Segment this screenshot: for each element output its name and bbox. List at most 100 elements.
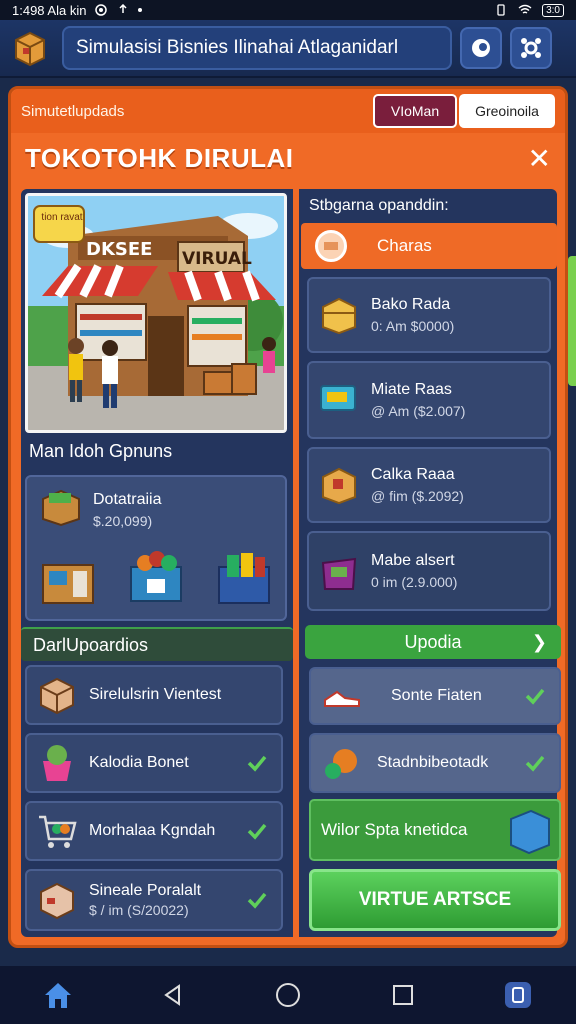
left-item-1[interactable]: Sirelulsrin Vientest [25, 665, 283, 725]
left-item-2-label: Kalodia Bonet [89, 754, 189, 771]
check-icon [247, 823, 267, 840]
package-icon [40, 882, 74, 920]
virtual-action-button[interactable]: VIRTUE ARTSCE [309, 869, 561, 931]
recents-button[interactable] [383, 975, 423, 1015]
camera-icon [95, 4, 108, 16]
right-option-3[interactable]: Calka Raaa @ fim ($.2092) [307, 447, 551, 523]
left-item-3[interactable]: Morhalaa Kgndah [25, 801, 283, 861]
left-item-1-label: Sirelulsrin Vientest [89, 686, 222, 703]
chevron-right-icon: ❯ [531, 631, 547, 652]
right-item-2-label: Stadnbibeotadk [377, 754, 489, 771]
right-heading: Stbgarna opanddin: [309, 197, 449, 214]
panel-top-bar: Simutetlupdads VIoMan Greoinoila [11, 89, 565, 133]
app-title: Simulasisi Bisnies Ilinahai Atlaganidarl [76, 37, 399, 58]
right-option-4-text: Mabe alsert 0 im (2.9.000) [371, 552, 457, 590]
right-option-4[interactable]: Mabe alsert 0 im (2.9.000) [307, 531, 551, 611]
promo-banner[interactable]: Wilor Spta knetidca [309, 799, 561, 861]
home-button[interactable] [38, 975, 78, 1015]
shopping-cart-icon [39, 815, 77, 848]
hero-badge: tion ravat [41, 212, 83, 223]
system-nav-bar [0, 966, 576, 1024]
left-item-2[interactable]: Kalodia Bonet [25, 733, 283, 793]
right-option-1-label: Bako Rada [371, 296, 451, 313]
app-header: Simulasisi Bisnies Ilinahai Atlaganidarl [0, 20, 576, 78]
right-option-1[interactable]: Bako Rada 0: Am $0000) [307, 277, 551, 353]
right-item-1-label: Sonte Fiaten [391, 687, 482, 704]
notification-icon [119, 4, 127, 13]
app-title-bar[interactable]: Simulasisi Bisnies Ilinahai Atlaganidarl [62, 26, 452, 70]
back-button[interactable] [153, 975, 193, 1015]
right-option-2[interactable]: Miate Raas @ Am ($2.007) [307, 361, 551, 439]
left-item-4-sub: $ / im (S/20022) [89, 902, 189, 918]
right-item-1[interactable]: Sonte Fiaten [309, 667, 561, 725]
right-option-4-sub: 0 im (2.9.000) [371, 574, 458, 590]
cube-icon [510, 809, 550, 855]
circle-icon [275, 983, 300, 1007]
crate-icon [322, 297, 356, 335]
crate-icon [42, 489, 80, 527]
check-icon [525, 755, 545, 772]
square-icon [393, 985, 414, 1005]
left-heading: Man Idoh Gpnuns [29, 441, 173, 461]
svg-text:VIRUAL: VIRUAL [182, 249, 252, 269]
register-icon [42, 564, 94, 604]
battery-text: 3:0 [546, 4, 560, 16]
shopping-bag-icon [321, 557, 357, 590]
check-icon [247, 892, 267, 909]
status-time: 1:498 Ala kin [12, 2, 87, 18]
left-item-4[interactable]: Sineale Poralalt $ / im (S/20022) [25, 869, 283, 931]
left-column: DKSEE VIRUAL tion ravat Man Idoh Gpnuns … [21, 189, 293, 937]
left-item-3-label: Morhalaa Kgndah [89, 822, 216, 839]
basket-icon [130, 551, 182, 602]
sports-balls-icon [325, 749, 357, 779]
shelf-icon [218, 553, 270, 604]
right-option-3-text: Calka Raaa @ fim ($.2092) [371, 466, 464, 504]
right-option-2-sub: @ Am ($2.007) [371, 403, 466, 419]
tab-active[interactable]: VIoMan [373, 94, 457, 128]
goods-title: Dotatraiia [93, 491, 162, 508]
promo-label: Wilor Spta knetidca [321, 820, 468, 839]
right-option-2-text: Miate Raas @ Am ($2.007) [371, 381, 465, 419]
check-icon [525, 688, 545, 705]
check-icon [247, 755, 267, 772]
side-drawer-handle[interactable] [568, 256, 576, 386]
close-icon[interactable]: ✕ [528, 142, 551, 175]
right-option-3-sub: @ fim ($.2092) [371, 488, 464, 504]
svg-text:DKSEE: DKSEE [86, 239, 152, 260]
right-section-header[interactable]: Upodia ❯ [305, 625, 561, 659]
option-charas[interactable]: Charas [301, 223, 557, 269]
right-column: Stbgarna opanddin: Charas Bako Rada 0: A… [299, 189, 561, 937]
right-section-label: Upodia [404, 631, 462, 652]
gear-icon [521, 38, 541, 58]
shop-illustration: DKSEE VIRUAL tion ravat [25, 193, 287, 433]
right-option-1-text: Bako Rada 0: Am $0000) [371, 296, 454, 334]
right-option-3-label: Calka Raaa [371, 466, 455, 483]
app-switch-icon [505, 982, 532, 1008]
message-card-icon [320, 385, 356, 411]
option-active-label: Charas [377, 236, 432, 255]
left-section-header[interactable]: DarlUpoardios [21, 627, 293, 661]
app-switch-button[interactable] [498, 975, 538, 1015]
option-badge-icon [315, 230, 347, 262]
wifi-icon [518, 4, 532, 14]
right-option-4-label: Mabe alsert [371, 552, 455, 569]
home-circle-button[interactable] [268, 975, 308, 1015]
panel-title: TOKOTOHK DIRULAI [25, 142, 294, 173]
dot-icon [138, 8, 143, 12]
panel-subtitle: Simutetlupdads [21, 102, 125, 120]
goods-card[interactable]: Dotatraiia $.20,099) [25, 475, 287, 621]
sneaker-icon [324, 690, 360, 707]
profile-button[interactable] [460, 27, 502, 69]
tab-inactive[interactable]: Greoinoila [459, 94, 555, 128]
cupcake-icon [43, 745, 71, 781]
home-icon [44, 983, 71, 1008]
app-logo-box-icon[interactable] [10, 28, 50, 68]
box-icon [40, 677, 74, 715]
settings-button[interactable] [510, 27, 552, 69]
status-bar: 1:498 Ala kin 3:0 [0, 0, 576, 20]
right-item-2[interactable]: Stadnbibeotadk [309, 733, 561, 793]
toggle-icon [472, 39, 490, 57]
panel-title-row: TOKOTOHK DIRULAI ✕ [11, 133, 565, 183]
left-item-4-label: Sineale Poralalt [89, 882, 202, 899]
battery-indicator: 3:0 [542, 3, 564, 17]
